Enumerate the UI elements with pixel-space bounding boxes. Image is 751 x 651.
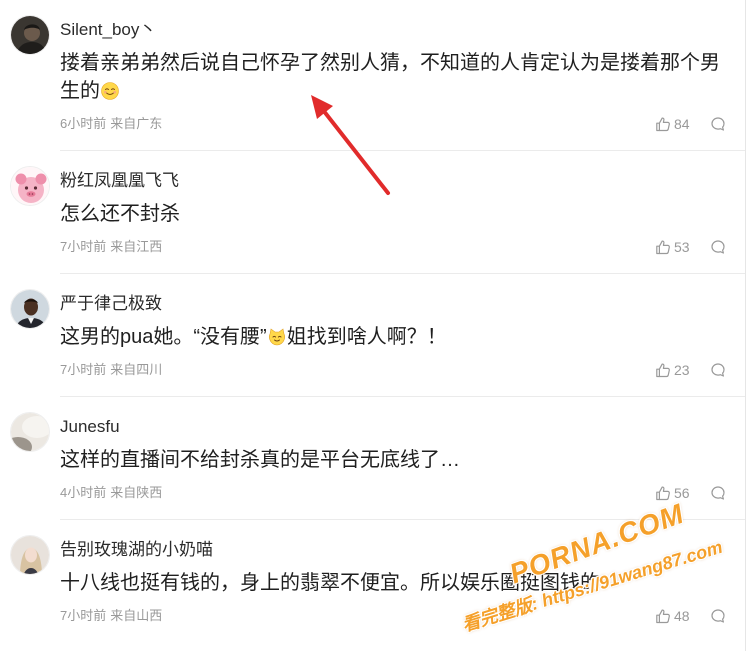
comment-body: Junesfu 这样的直播间不给封杀真的是平台无底线了… 4小时前 来自陕西 56 (60, 397, 745, 520)
comment-location: 来自广东 (110, 116, 163, 131)
username[interactable]: Junesfu (60, 416, 745, 438)
thumb-up-icon (655, 608, 671, 624)
comment-meta: 7小时前 来自江西 53 (60, 238, 745, 256)
comment-actions: 84 (655, 115, 726, 133)
thumb-up-icon (655, 116, 671, 132)
comment-text-part: 搂着亲弟弟然后说自己怀孕了然别人猜，不知道的人肯定认为是搂着那个男生的 (60, 52, 720, 102)
comment-location: 来自四川 (110, 362, 163, 377)
like-count: 84 (674, 116, 690, 132)
comment-location: 来自山西 (110, 608, 163, 623)
like-button[interactable]: 84 (655, 115, 692, 133)
avatar[interactable] (10, 535, 50, 575)
comment-bubble-icon[interactable] (710, 362, 726, 378)
like-button[interactable]: 53 (655, 238, 692, 256)
comment-text: 十八线也挺有钱的，身上的翡翠不便宜。所以娱乐圈挺图钱的 (60, 572, 600, 594)
like-button[interactable]: 23 (655, 361, 692, 379)
comment-info: 7小时前 来自江西 (60, 238, 162, 256)
smiling-face-emoji-icon (101, 82, 119, 100)
comment-meta: 6小时前 来自广东 84 (60, 115, 745, 133)
comment-body: 粉红凤凰凰飞飞 怎么还不封杀 7小时前 来自江西 53 (60, 151, 745, 274)
comment-actions: 48 (655, 607, 726, 625)
comment-time: 7小时前 (60, 362, 107, 377)
comment-time: 4小时前 (60, 485, 107, 500)
thumb-up-icon (655, 362, 671, 378)
like-count: 56 (674, 485, 690, 501)
comment-info: 7小时前 来自山西 (60, 607, 162, 625)
cat-face-emoji-icon (268, 328, 286, 346)
comment-bubble-icon[interactable] (710, 608, 726, 624)
comment-actions: 53 (655, 238, 726, 256)
comment-body: 严于律己极致 这男的pua她。“没有腰” 姐找到啥人啊？！ 7小时前 来自四川 23 (60, 274, 745, 397)
comment-text: 怎么还不封杀 (60, 203, 180, 225)
thumb-up-icon (655, 485, 671, 501)
comment-text-part: 姐找到啥人啊？！ (286, 326, 447, 348)
comment-item: Junesfu 这样的直播间不给封杀真的是平台无底线了… 4小时前 来自陕西 56 (0, 397, 745, 520)
thumb-up-icon (655, 239, 671, 255)
like-count: 53 (674, 239, 690, 255)
comment-meta: 4小时前 来自陕西 56 (60, 484, 745, 502)
comment-info: 7小时前 来自四川 (60, 361, 162, 379)
comment-bubble-icon[interactable] (710, 485, 726, 501)
comment-info: 4小时前 来自陕西 (60, 484, 162, 502)
comment-time: 7小时前 (60, 608, 107, 623)
comment-list-page: Silent_boy丶 搂着亲弟弟然后说自己怀孕了然别人猜，不知道的人肯定认为是… (0, 0, 751, 651)
comment-item: 告别玫瑰湖的小奶喵 十八线也挺有钱的，身上的翡翠不便宜。所以娱乐圈挺图钱的 7小… (0, 520, 745, 642)
like-button[interactable]: 56 (655, 484, 692, 502)
comment-body: Silent_boy丶 搂着亲弟弟然后说自己怀孕了然别人猜，不知道的人肯定认为是… (60, 0, 745, 151)
comment-location: 来自江西 (110, 239, 163, 254)
comment-item: 粉红凤凰凰飞飞 怎么还不封杀 7小时前 来自江西 53 (0, 151, 745, 274)
username[interactable]: 粉红凤凰凰飞飞 (60, 170, 745, 192)
comment-location: 来自陕西 (110, 485, 163, 500)
comment-item: 严于律己极致 这男的pua她。“没有腰” 姐找到啥人啊？！ 7小时前 来自四川 23 (0, 274, 745, 397)
like-count: 48 (674, 608, 690, 624)
comment-text: 这样的直播间不给封杀真的是平台无底线了… (60, 449, 460, 471)
avatar[interactable] (10, 412, 50, 452)
avatar[interactable] (10, 166, 50, 206)
comment-info: 6小时前 来自广东 (60, 115, 162, 133)
comment-bubble-icon[interactable] (710, 116, 726, 132)
username[interactable]: Silent_boy丶 (60, 19, 745, 41)
comment-item: Silent_boy丶 搂着亲弟弟然后说自己怀孕了然别人猜，不知道的人肯定认为是… (0, 0, 745, 151)
avatar[interactable] (10, 15, 50, 55)
username[interactable]: 严于律己极致 (60, 293, 745, 315)
comment-list: Silent_boy丶 搂着亲弟弟然后说自己怀孕了然别人猜，不知道的人肯定认为是… (0, 0, 746, 651)
comment-text: 搂着亲弟弟然后说自己怀孕了然别人猜，不知道的人肯定认为是搂着那个男生的 (60, 49, 726, 105)
avatar[interactable] (10, 289, 50, 329)
comment-bubble-icon[interactable] (710, 239, 726, 255)
comment-time: 6小时前 (60, 116, 107, 131)
like-button[interactable]: 48 (655, 607, 692, 625)
comment-body: 告别玫瑰湖的小奶喵 十八线也挺有钱的，身上的翡翠不便宜。所以娱乐圈挺图钱的 7小… (60, 520, 745, 642)
comment-actions: 56 (655, 484, 726, 502)
comment-actions: 23 (655, 361, 726, 379)
username[interactable]: 告别玫瑰湖的小奶喵 (60, 539, 745, 561)
comment-text: 这男的pua她。“没有腰” 姐找到啥人啊？！ (60, 323, 726, 351)
like-count: 23 (674, 362, 690, 378)
comment-text-part: 这男的pua她。“没有腰” (60, 326, 267, 348)
comment-time: 7小时前 (60, 239, 107, 254)
comment-meta: 7小时前 来自山西 48 (60, 607, 745, 625)
comment-meta: 7小时前 来自四川 23 (60, 361, 745, 379)
